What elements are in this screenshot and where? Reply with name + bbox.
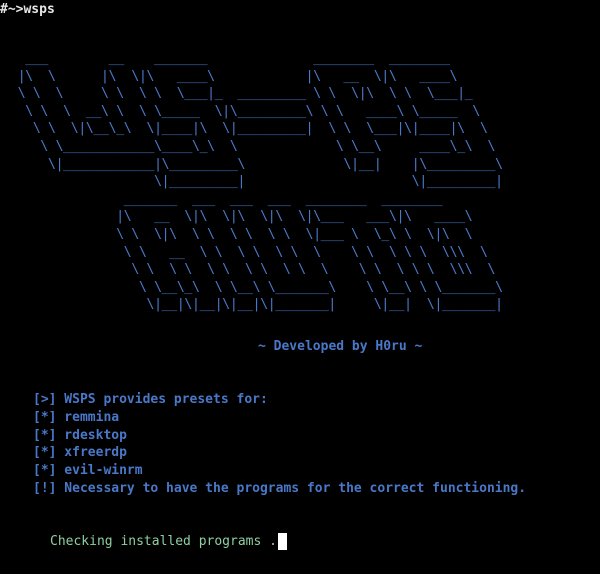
info-line-evil-winrm: [*] evil-winrm (33, 463, 143, 479)
info-line-presets-header: [>] WSPS provides presets for: (33, 392, 268, 407)
presets-info-list: [>] WSPS provides presets for: [*] remmi… (33, 391, 526, 498)
text-cursor (277, 533, 287, 550)
info-line-xfreerdp: [*] xfreerdp (33, 445, 127, 461)
info-line-rdesktop: [*] rdesktop (33, 427, 127, 443)
terminal-window[interactable]: #~>wsps ___ __ _______ ________ ________… (0, 0, 600, 574)
shell-prompt: #~>wsps (0, 2, 55, 17)
status-line: Checking installed programs . (50, 533, 287, 550)
info-line-remmina: [*] remmina (33, 409, 120, 425)
ascii-banner: ___ __ _______ ________ ________ |\ \ |\… (17, 50, 504, 313)
info-line-requirement-warning: [!] Necessary to have the programs for t… (33, 480, 527, 496)
developer-credit: ~ Developed by H0ru ~ (258, 339, 423, 354)
status-text: Checking installed programs . (50, 534, 277, 549)
